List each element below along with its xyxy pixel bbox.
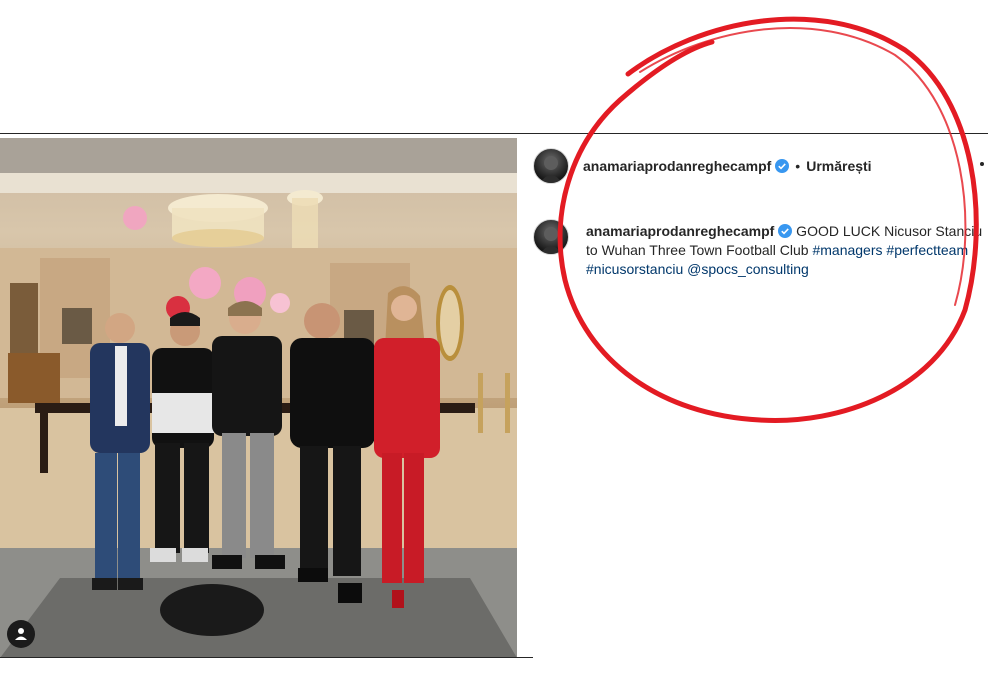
bottom-divider	[0, 657, 533, 658]
top-divider	[0, 133, 988, 134]
profile-picture	[540, 227, 562, 254]
follow-status-button[interactable]: Urmărești	[806, 158, 871, 174]
caption-text: anamariaprodanreghecampf GOOD LUCK Nicus…	[586, 222, 988, 279]
more-options-icon[interactable]	[980, 162, 984, 166]
caption-avatar[interactable]	[533, 219, 569, 255]
caption-username[interactable]: anamariaprodanreghecampf	[586, 223, 774, 239]
mention-spocs-consulting[interactable]: @spocs_consulting	[687, 261, 809, 277]
profile-picture	[540, 156, 562, 183]
user-tag-button[interactable]	[7, 620, 35, 648]
hashtag-perfectteam[interactable]: #perfectteam	[886, 242, 968, 258]
verified-badge-icon	[778, 224, 793, 238]
separator-dot: •	[795, 158, 801, 174]
post-caption: anamariaprodanreghecampf GOOD LUCK Nicus…	[533, 219, 988, 279]
post-username[interactable]: anamariaprodanreghecampf	[583, 158, 771, 174]
verified-badge-icon	[775, 159, 790, 173]
photo-illustration	[0, 138, 517, 658]
hashtag-managers[interactable]: #managers	[812, 242, 882, 258]
hashtag-nicusorstanciu[interactable]: #nicusorstanciu	[586, 261, 683, 277]
avatar[interactable]	[533, 148, 569, 184]
person-icon	[15, 628, 27, 640]
post-header: anamariaprodanreghecampf • Urmărești	[533, 148, 872, 184]
post-photo[interactable]	[0, 138, 517, 658]
